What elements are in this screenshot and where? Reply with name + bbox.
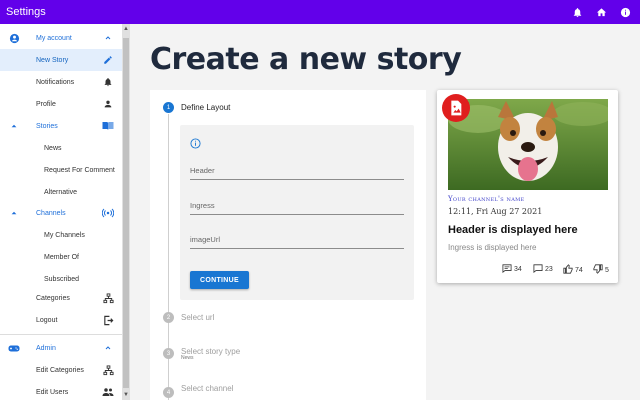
info-icon xyxy=(190,136,201,149)
book-icon xyxy=(102,120,114,132)
sidebar-section-my-account[interactable]: My account xyxy=(0,27,122,49)
chevron-up-icon xyxy=(102,342,114,354)
app-bar: Settings xyxy=(0,0,640,24)
sidebar-item-label: Logout xyxy=(36,316,58,324)
channel-name: Your channel's name xyxy=(448,195,525,203)
sidebar-item-label: Edit Categories xyxy=(36,366,84,374)
sidebar-divider xyxy=(0,334,122,335)
scroll-down-arrow-icon[interactable]: ▼ xyxy=(122,390,130,400)
sidebar-item-label: Member Of xyxy=(44,253,80,261)
thumbs-up-icon xyxy=(563,264,573,276)
chats-count: 23 xyxy=(545,266,553,273)
likes-count: 74 xyxy=(575,266,583,274)
step-number: 1 xyxy=(163,102,174,113)
sidebar-item-member-of[interactable]: Member Of xyxy=(0,246,122,268)
step-number: 3 xyxy=(163,348,174,359)
bell-icon[interactable] xyxy=(570,5,584,19)
sidebar-item-label: Categories xyxy=(36,294,70,302)
hierarchy-icon xyxy=(102,364,114,376)
sidebar-item-notifications[interactable]: Notifications xyxy=(0,71,122,93)
sidebar-item-edit-categories[interactable]: Edit Categories xyxy=(0,359,122,381)
info-icon[interactable] xyxy=(618,5,632,19)
sidebar-item-label: Channels xyxy=(36,209,66,217)
step-label-define-layout[interactable]: Define Layout xyxy=(181,103,230,112)
bell-icon xyxy=(102,76,114,88)
sidebar: My account New Story Notifications Profi… xyxy=(0,24,122,400)
sidebar-item-label: News xyxy=(44,144,62,152)
comments-stat[interactable]: 34 xyxy=(502,264,522,275)
sidebar-item-label: Request For Comment xyxy=(44,166,115,174)
sidebar-item-alternative[interactable]: Alternative xyxy=(0,181,122,203)
sidebar-item-label: My account xyxy=(36,34,72,42)
comments-count: 34 xyxy=(514,266,522,273)
sidebar-item-label: Subscribed xyxy=(44,275,80,283)
sidebar-scrollbar[interactable]: ▲ ▼ xyxy=(122,24,130,400)
chats-stat[interactable]: 23 xyxy=(533,264,553,275)
story-ingress: Ingress is displayed here xyxy=(448,243,537,252)
chat-bubble-icon xyxy=(533,264,543,275)
hierarchy-icon xyxy=(102,292,114,304)
sidebar-item-logout[interactable]: Logout xyxy=(0,309,122,331)
sidebar-item-label: My Channels xyxy=(44,231,85,239)
group-icon xyxy=(102,386,114,398)
sidebar-item-label: Notifications xyxy=(36,78,75,86)
step-number: 2 xyxy=(163,312,174,323)
chevron-up-icon xyxy=(102,32,114,44)
comment-icon xyxy=(502,264,512,275)
story-header: Header is displayed here xyxy=(448,224,578,236)
step-label-select-url[interactable]: Select url xyxy=(181,313,214,322)
account-circle-icon xyxy=(8,32,20,44)
sidebar-section-stories[interactable]: Stories xyxy=(0,115,122,137)
sidebar-item-categories[interactable]: Categories xyxy=(0,287,122,309)
step-label-select-channel[interactable]: Select channel xyxy=(181,384,233,393)
caret-up-icon xyxy=(8,120,20,132)
caret-up-icon xyxy=(8,207,20,219)
sidebar-item-request-for-comment[interactable]: Request For Comment xyxy=(0,159,122,181)
logout-icon xyxy=(102,314,114,326)
sidebar-item-new-story[interactable]: New Story xyxy=(0,49,122,71)
sidebar-item-label: Admin xyxy=(36,344,56,352)
person-icon xyxy=(102,98,114,110)
dislikes-count: 5 xyxy=(605,266,609,274)
likes-stat[interactable]: 74 xyxy=(563,264,583,276)
story-image xyxy=(448,99,608,190)
step-number: 4 xyxy=(163,387,174,398)
pencil-icon xyxy=(102,54,114,66)
app-title: Settings xyxy=(6,6,46,18)
sidebar-item-label: Stories xyxy=(36,122,58,130)
home-icon[interactable] xyxy=(594,5,608,19)
ingress-field[interactable]: Ingress xyxy=(190,201,404,215)
story-date: 12:11, Fri Aug 27 2021 xyxy=(448,207,543,216)
broadcast-icon xyxy=(102,207,114,219)
dislikes-stat[interactable]: 5 xyxy=(593,264,609,276)
sidebar-item-profile[interactable]: Profile xyxy=(0,93,122,115)
thumbs-down-icon xyxy=(593,264,603,276)
sidebar-item-label: Alternative xyxy=(44,188,78,196)
sidebar-item-label: Edit Users xyxy=(36,388,69,396)
scroll-up-arrow-icon[interactable]: ▲ xyxy=(122,24,130,34)
sidebar-item-news[interactable]: News xyxy=(0,137,122,159)
sidebar-item-edit-users[interactable]: Edit Users xyxy=(0,381,122,400)
sidebar-item-label: Profile xyxy=(36,100,56,108)
sidebar-section-channels[interactable]: Channels xyxy=(0,202,122,224)
continue-button[interactable]: CONTINUE xyxy=(190,271,249,289)
sidebar-item-my-channels[interactable]: My Channels xyxy=(0,224,122,246)
page-title: Create a new story xyxy=(150,42,462,77)
sidebar-section-admin[interactable]: Admin xyxy=(0,337,122,359)
image-placeholder-badge xyxy=(442,94,470,122)
gamepad-icon xyxy=(8,342,20,354)
image-url-field[interactable]: imageUrl xyxy=(190,235,404,249)
scrollbar-thumb[interactable] xyxy=(123,38,129,388)
sidebar-item-label: New Story xyxy=(36,56,69,64)
step-sublabel: News xyxy=(181,355,194,361)
header-field[interactable]: Header xyxy=(190,166,404,180)
